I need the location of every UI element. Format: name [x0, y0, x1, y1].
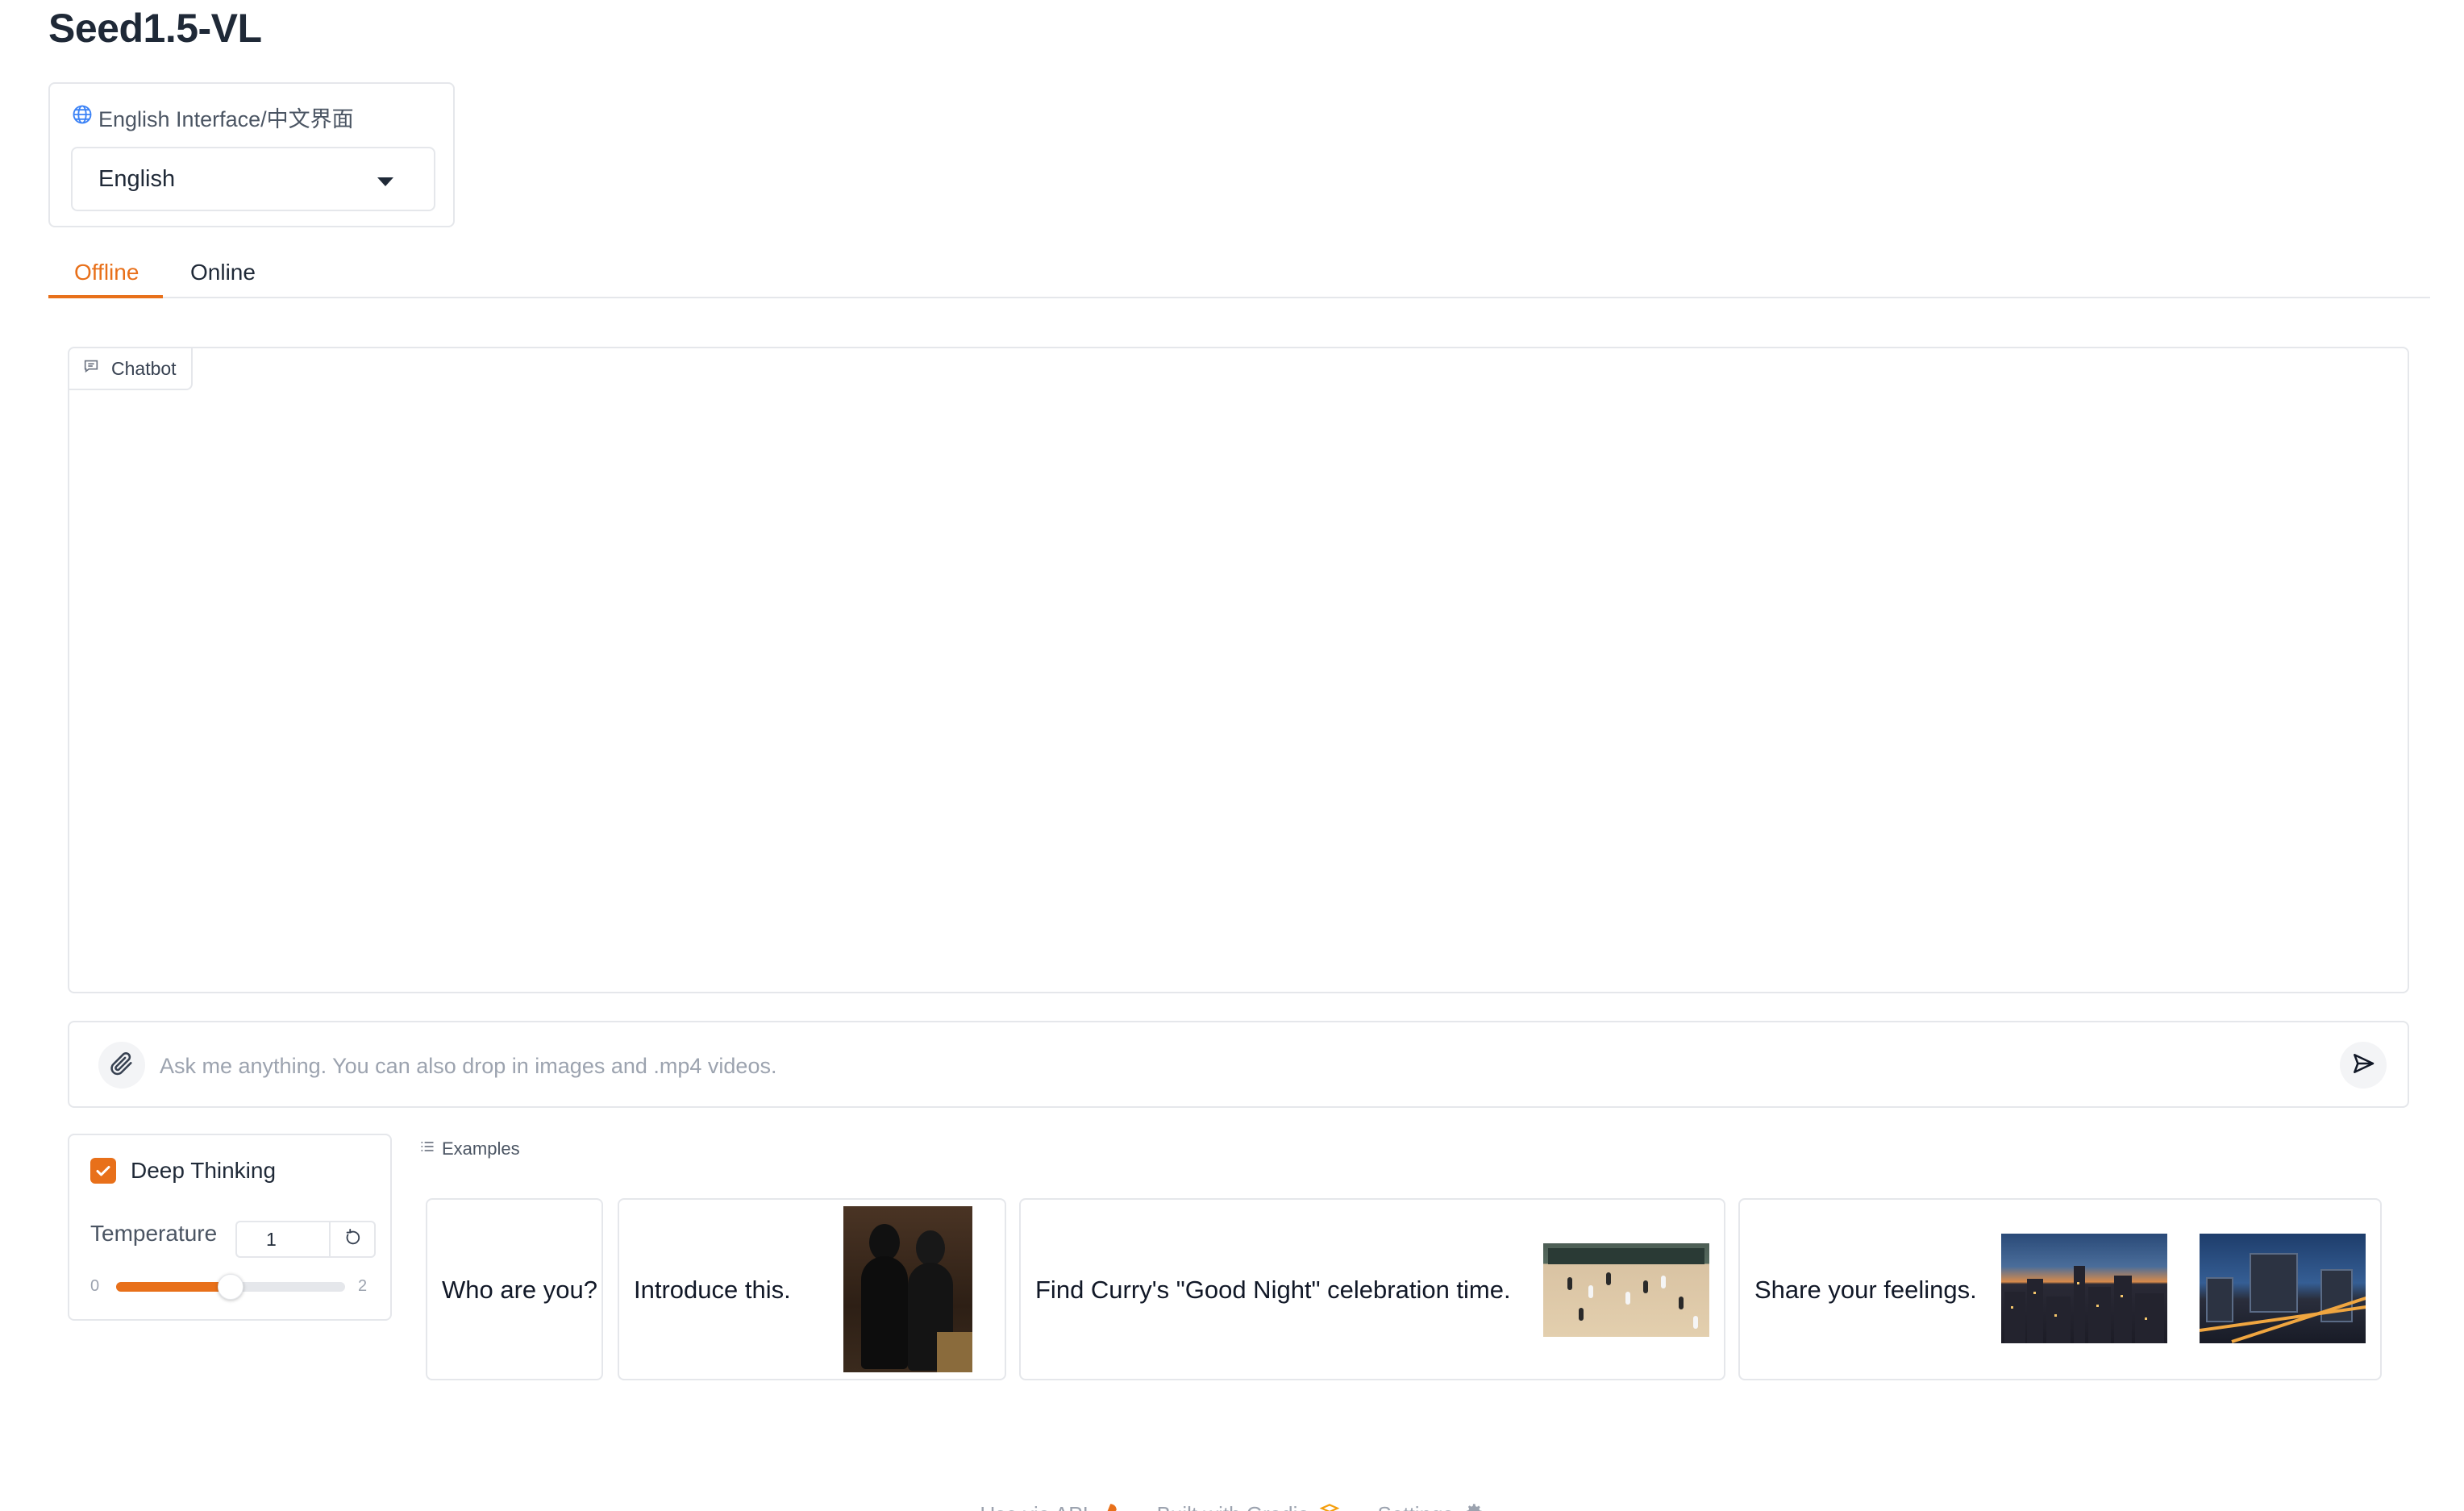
city-skyline-thumbnail [2001, 1234, 2167, 1343]
reset-icon [343, 1228, 361, 1251]
gear-icon [1463, 1501, 1484, 1511]
example-text: Find Curry's "Good Night" celebration ti… [1035, 1276, 1511, 1304]
tab-online[interactable]: Online [190, 260, 256, 298]
example-text: Share your feelings. [1754, 1276, 1977, 1304]
gradio-link-label: Built with Gradio [1157, 1502, 1309, 1511]
chat-input-bar [68, 1021, 2409, 1108]
examples-label: Examples [419, 1138, 520, 1159]
tab-online-label: Online [190, 260, 256, 285]
chat-message-input[interactable] [160, 1043, 2296, 1089]
chatbot-label: Chatbot [69, 348, 193, 390]
temperature-label: Temperature [90, 1221, 218, 1246]
language-label: English Interface/中文界面 [71, 102, 354, 133]
slider-fill [116, 1282, 231, 1292]
footer-separator: · [1135, 1505, 1141, 1511]
api-link-label: Use via API [980, 1502, 1088, 1511]
globe-icon [71, 103, 94, 131]
basketball-court-thumbnail [1543, 1243, 1709, 1337]
chatbot-panel[interactable]: Chatbot [68, 347, 2409, 993]
deep-thinking-checkbox[interactable] [90, 1158, 116, 1184]
chatbot-label-text: Chatbot [111, 357, 177, 379]
rocket-icon [1098, 1501, 1119, 1511]
chat-bubble-icon [82, 357, 100, 380]
tab-offline[interactable]: Offline [74, 260, 139, 298]
send-icon [2350, 1051, 2376, 1080]
language-selected-value: English [98, 165, 176, 192]
settings-link[interactable]: Settings [1378, 1501, 1484, 1511]
example-text: Who are you? [442, 1276, 597, 1304]
settings-link-label: Settings [1378, 1502, 1454, 1511]
example-introduce-this[interactable]: Introduce this. [618, 1198, 1006, 1380]
list-icon [419, 1138, 435, 1159]
language-panel: English Interface/中文界面 English [48, 82, 455, 227]
temperature-number-input[interactable]: 1 [235, 1221, 331, 1258]
chevron-down-icon [377, 177, 393, 186]
checkmark-icon [96, 1166, 110, 1176]
city-night-thumbnail [2200, 1234, 2366, 1343]
use-via-api-link[interactable]: Use via API [980, 1501, 1118, 1511]
attach-button[interactable] [98, 1042, 145, 1089]
language-label-text: English Interface/中文界面 [98, 107, 354, 131]
temperature-slider[interactable] [116, 1274, 345, 1300]
example-text: Introduce this. [634, 1276, 791, 1304]
send-button[interactable] [2340, 1042, 2387, 1089]
active-tab-indicator [48, 295, 163, 298]
slider-min-label: 0 [90, 1277, 100, 1295]
example-who-are-you[interactable]: Who are you? [426, 1198, 603, 1380]
slider-thumb[interactable] [218, 1274, 243, 1300]
slider-max-label: 2 [358, 1277, 368, 1295]
footer-separator: · [1356, 1505, 1362, 1511]
deep-thinking-label[interactable]: Deep Thinking [131, 1158, 276, 1184]
tab-offline-label: Offline [74, 260, 139, 285]
settings-panel: Deep Thinking Temperature 1 0 2 [68, 1134, 392, 1321]
language-dropdown[interactable]: English [71, 147, 435, 211]
app-title: Seed1.5-VL [48, 6, 262, 51]
gradio-logo-icon [1319, 1501, 1340, 1511]
temperature-reset-button[interactable] [329, 1221, 376, 1258]
example-share-feelings[interactable]: Share your feelings. [1738, 1198, 2382, 1380]
examples-label-text: Examples [442, 1138, 520, 1159]
example-curry-celebration[interactable]: Find Curry's "Good Night" celebration ti… [1019, 1198, 1725, 1380]
painting-thumbnail [843, 1206, 972, 1372]
tab-bar: Offline Online [48, 255, 2430, 298]
footer: Use via API · Built with Gradio · Settin… [0, 1501, 2464, 1511]
paperclip-icon [108, 1050, 135, 1081]
built-with-gradio-link[interactable]: Built with Gradio [1157, 1501, 1340, 1511]
